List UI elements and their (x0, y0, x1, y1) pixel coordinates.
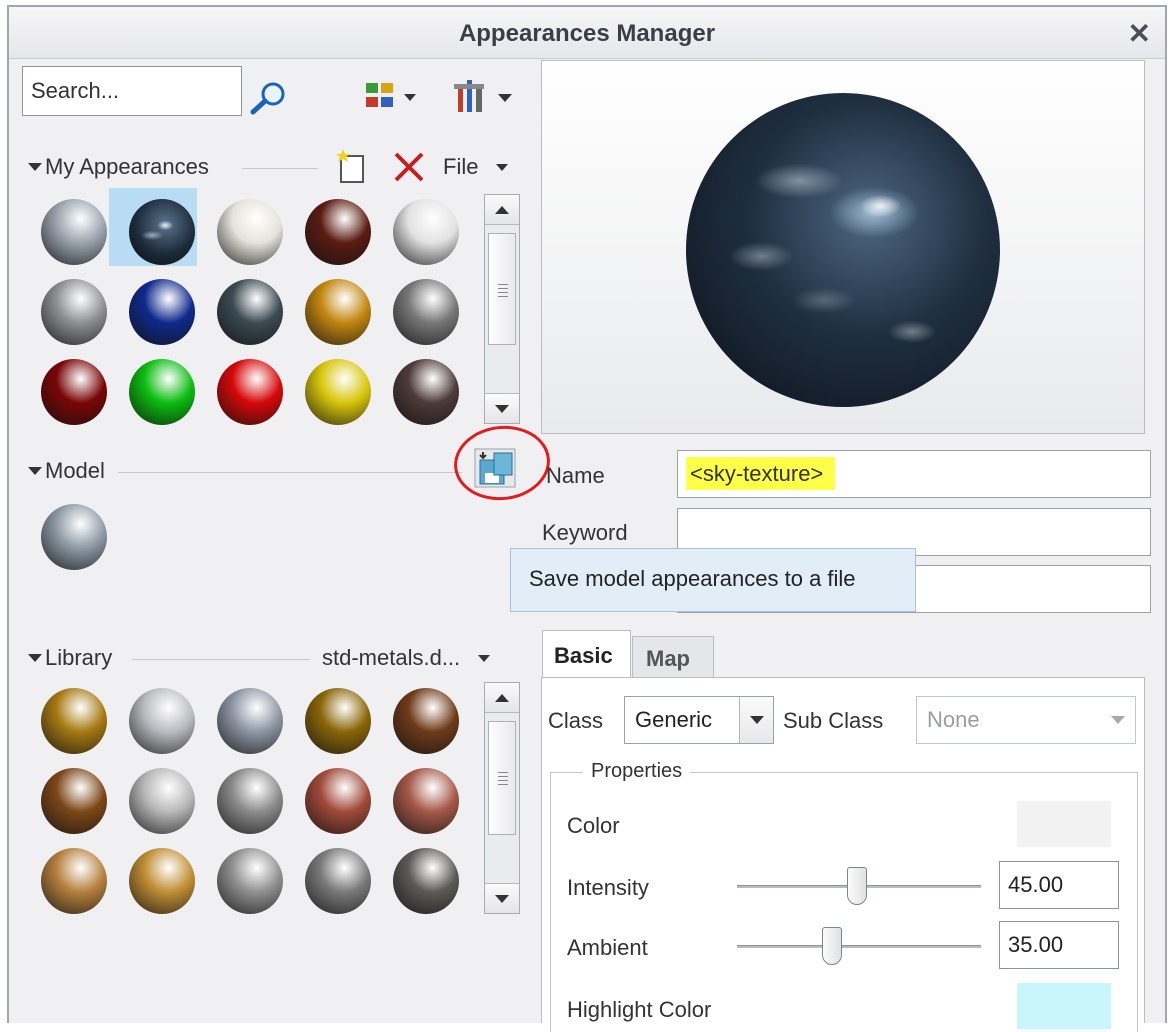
collapse-triangle-icon (28, 467, 42, 475)
appearance-swatch[interactable] (41, 768, 107, 834)
basic-tab-pane: Class Generic Sub Class None Properties … (541, 677, 1145, 1032)
library-header[interactable]: Library (28, 645, 112, 671)
appearance-swatch[interactable] (41, 688, 107, 754)
tools-icon[interactable] (452, 76, 522, 116)
scroll-thumb[interactable] (488, 233, 516, 345)
keyword-label: Keyword (542, 520, 628, 545)
close-icon[interactable]: ✕ (1128, 17, 1151, 50)
preview-sphere (686, 93, 1000, 407)
library-dropdown[interactable]: std-metals.d... (322, 645, 493, 671)
tab-map[interactable]: Map (632, 636, 714, 678)
appearance-swatch[interactable] (129, 768, 195, 834)
properties-group: Properties Color Intensity 45.00 Ambient… (550, 760, 1138, 1032)
appearance-swatch[interactable] (305, 199, 371, 265)
model-label: Model (45, 458, 105, 483)
tooltip: Save model appearances to a file (510, 548, 916, 612)
window-title: Appearances Manager (458, 20, 716, 47)
appearance-preview (541, 60, 1145, 434)
subclass-select: None (916, 696, 1136, 744)
appearance-swatch[interactable] (217, 199, 283, 265)
ambient-slider-thumb[interactable] (822, 927, 843, 965)
scroll-up-button[interactable] (485, 683, 519, 713)
ambient-label: Ambient (567, 935, 648, 960)
appearance-swatch[interactable] (305, 768, 371, 834)
tab-basic[interactable]: Basic (542, 630, 631, 678)
scroll-down-button[interactable] (485, 393, 519, 423)
chevron-down-icon (478, 654, 491, 662)
chevron-down-icon (496, 163, 509, 171)
scroll-up-button[interactable] (485, 195, 519, 225)
appearance-swatch[interactable] (217, 688, 283, 754)
appearance-swatch[interactable] (305, 279, 371, 345)
appearance-swatch[interactable] (129, 688, 195, 754)
library-label: Library (45, 645, 113, 670)
my-appearances-header[interactable]: My Appearances (28, 154, 209, 180)
title-bar: Appearances Manager ✕ (9, 7, 1165, 59)
appearance-swatch[interactable] (393, 279, 459, 345)
name-label: Name (546, 463, 605, 488)
appearance-swatch[interactable] (305, 848, 371, 914)
appearance-swatch[interactable] (129, 199, 195, 265)
name-value: <sky-texture> (686, 457, 836, 490)
highlight-color-swatch[interactable] (1017, 983, 1111, 1029)
class-value: Generic (635, 707, 713, 732)
scroll-thumb[interactable] (488, 721, 516, 835)
appearance-swatch[interactable] (41, 199, 107, 265)
appearance-swatch[interactable] (305, 688, 371, 754)
class-select[interactable]: Generic (624, 696, 774, 744)
appearance-swatch[interactable] (217, 768, 283, 834)
color-label: Color (567, 813, 620, 838)
intensity-slider-thumb[interactable] (846, 867, 867, 905)
name-field[interactable]: <sky-texture> (677, 450, 1151, 498)
color-swatch[interactable] (1017, 801, 1111, 847)
divider (242, 168, 318, 169)
appearance-swatch[interactable] (305, 359, 371, 425)
class-label: Class (548, 708, 604, 733)
search-input[interactable] (22, 66, 242, 116)
appearance-swatch[interactable] (217, 848, 283, 914)
appearance-swatch[interactable] (217, 359, 283, 425)
chevron-down-icon (1101, 697, 1135, 743)
appearance-swatch[interactable] (129, 279, 195, 345)
collapse-triangle-icon (28, 163, 42, 171)
appearance-swatch[interactable] (393, 848, 459, 914)
appearance-swatch[interactable] (129, 359, 195, 425)
ambient-slider-track[interactable] (737, 945, 981, 948)
appearance-swatch[interactable] (393, 359, 459, 425)
file-menu[interactable]: File (443, 154, 511, 180)
divider (132, 659, 310, 660)
magnifier-icon[interactable] (248, 80, 288, 116)
subclass-value: None (927, 707, 980, 732)
scroll-down-button[interactable] (485, 883, 519, 913)
model-header[interactable]: Model (28, 458, 105, 484)
intensity-label: Intensity (567, 875, 649, 900)
appearance-swatch[interactable] (217, 279, 283, 345)
appearance-swatch[interactable] (393, 199, 459, 265)
delete-icon[interactable] (392, 150, 426, 184)
file-label: File (443, 154, 479, 179)
new-appearance-icon[interactable] (334, 148, 368, 184)
appearance-swatch[interactable] (393, 688, 459, 754)
subclass-label: Sub Class (783, 708, 884, 733)
chevron-down-icon (739, 697, 773, 743)
divider (118, 472, 462, 473)
ambient-input[interactable]: 35.00 (999, 921, 1119, 969)
my-appearances-label: My Appearances (45, 154, 209, 179)
library-dropdown-value: std-metals.d... (322, 645, 461, 670)
collapse-triangle-icon (28, 654, 42, 662)
properties-legend: Properties (583, 760, 691, 783)
my-appearances-scrollbar[interactable] (484, 194, 520, 424)
appearance-swatch[interactable] (41, 504, 107, 570)
intensity-input[interactable]: 45.00 (999, 861, 1119, 909)
appearance-swatch[interactable] (129, 848, 195, 914)
appearance-swatch[interactable] (41, 279, 107, 345)
appearance-swatch[interactable] (41, 359, 107, 425)
library-scrollbar[interactable] (484, 682, 520, 914)
thumbnail-view-icon[interactable] (364, 80, 428, 114)
highlight-color-label: Highlight Color (567, 997, 712, 1022)
appearance-swatch[interactable] (393, 768, 459, 834)
appearance-swatch[interactable] (41, 848, 107, 914)
